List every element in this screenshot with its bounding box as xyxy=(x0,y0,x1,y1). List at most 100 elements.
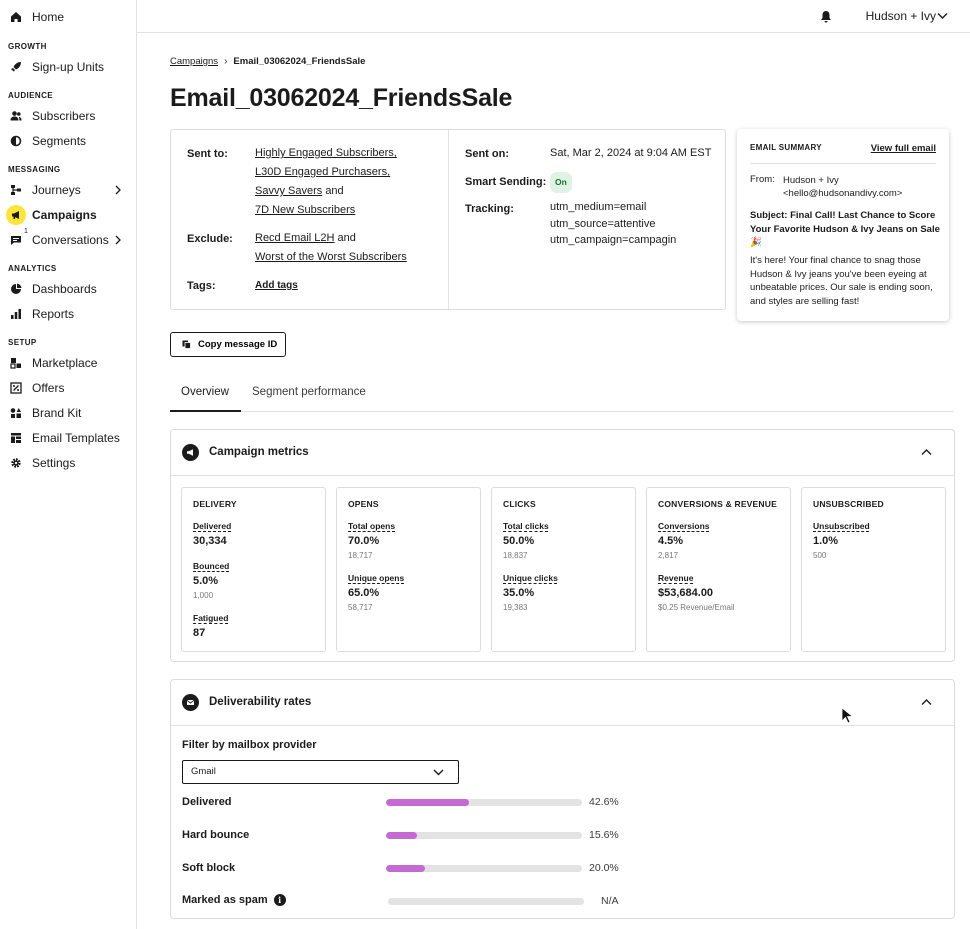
segment-link[interactable]: L30D Engaged Purchasers, xyxy=(255,166,390,178)
metric-count: 18,717 xyxy=(348,551,373,560)
info-icon[interactable]: i xyxy=(273,894,286,906)
segment-link[interactable]: Recd Email L2H xyxy=(255,232,334,244)
metric-label[interactable]: Unique clicks xyxy=(503,573,558,583)
metric-label[interactable]: Revenue xyxy=(658,573,693,583)
segment-link[interactable]: Savvy Savers xyxy=(255,185,322,197)
sidebar-item-offers[interactable]: Offers xyxy=(0,377,136,399)
metric-label[interactable]: Delivered xyxy=(193,521,231,531)
bell-icon[interactable] xyxy=(820,10,832,23)
campaign-details-card: Sent to: Highly Engaged Subscribers, L30… xyxy=(170,129,726,310)
sidebar-item-marketplace[interactable]: Marketplace xyxy=(0,352,136,374)
progress-track xyxy=(388,898,584,905)
home-icon xyxy=(10,11,22,23)
metric-label[interactable]: Fatigued xyxy=(193,613,228,623)
tab-bar: Overview Segment performance xyxy=(170,378,954,412)
sidebar-item-label: Email Templates xyxy=(32,431,120,445)
progress-fill xyxy=(386,799,470,806)
tracking-param: utm_campaign=campagin xyxy=(550,234,677,246)
divider xyxy=(448,130,449,309)
sidebar-item-label: Campaigns xyxy=(32,208,97,222)
segment-link[interactable]: Worst of the Worst Subscribers xyxy=(255,251,407,263)
segments-icon xyxy=(10,135,22,147)
sidebar-item-dashboards[interactable]: Dashboards xyxy=(0,278,136,300)
sidebar-item-label: Segments xyxy=(32,134,87,148)
rate-value: 20.0% xyxy=(589,862,619,874)
sidebar-item-settings[interactable]: Settings xyxy=(0,452,136,474)
metric-label[interactable]: Unsubscribed xyxy=(813,521,870,531)
account-menu[interactable]: Hudson + Ivy xyxy=(866,9,936,23)
metric-label[interactable]: Unique opens xyxy=(348,573,404,583)
sidebar-item-label: Subscribers xyxy=(32,109,96,123)
sidebar-item-home[interactable]: Home xyxy=(0,6,136,28)
sidebar-item-email-templates[interactable]: Email Templates xyxy=(0,427,136,449)
metric-card-opens: OPENS Total opens 70.0% 18,717 Unique op… xyxy=(336,487,481,652)
breadcrumb-campaigns-link[interactable]: Campaigns xyxy=(170,56,218,67)
chevron-up-icon[interactable] xyxy=(921,448,932,456)
copy-message-id-button[interactable]: Copy message ID xyxy=(170,332,286,357)
breadcrumb-current: Email_03062024_FriendsSale xyxy=(233,56,366,67)
metric-heading: DELIVERY xyxy=(193,499,237,509)
sidebar-item-label: Dashboards xyxy=(32,282,97,296)
chevron-down-icon[interactable] xyxy=(937,12,948,20)
sidebar-item-conversations[interactable]: 1 Conversations xyxy=(0,228,136,251)
tab-overview[interactable]: Overview xyxy=(170,386,241,412)
panel-title: Campaign metrics xyxy=(209,446,309,458)
metric-count: 2,817 xyxy=(658,551,679,560)
metric-card-unsubscribed: UNSUBSCRIBED Unsubscribed 1.0% 500 xyxy=(801,487,946,652)
tracking-param: utm_medium=email xyxy=(550,201,647,213)
segment-link[interactable]: 7D New Subscribers xyxy=(255,204,355,216)
users-icon xyxy=(10,110,22,122)
sidebar-item-segments[interactable]: Segments xyxy=(0,130,136,152)
metric-heading: CONVERSIONS & REVENUE xyxy=(658,499,777,509)
tracking-values: utm_medium=email utm_source=attentive ut… xyxy=(550,199,676,249)
segment-link[interactable]: Highly Engaged Subscribers, xyxy=(255,147,397,159)
metric-count: 19,383 xyxy=(503,603,528,612)
sidebar-item-reports[interactable]: Reports xyxy=(0,303,136,325)
metric-value: 30,334 xyxy=(193,535,227,547)
view-full-email-link[interactable]: View full email xyxy=(871,143,936,154)
panel-header[interactable]: Deliverability rates xyxy=(171,680,954,726)
gear-icon xyxy=(10,457,22,469)
sidebar-item-label: Reports xyxy=(32,307,75,321)
metric-label[interactable]: Conversions xyxy=(658,521,710,531)
add-tags-link[interactable]: Add tags xyxy=(255,276,298,295)
progress-track xyxy=(386,799,582,806)
envelope-icon xyxy=(182,694,199,711)
sidebar-item-label: Settings xyxy=(32,456,76,470)
metric-value: 50.0% xyxy=(503,535,535,547)
sidebar-item-label: Offers xyxy=(32,381,65,395)
sidebar-item-signup-units[interactable]: Sign-up Units xyxy=(0,56,136,78)
percent-tag-icon xyxy=(10,382,22,394)
nav-section-messaging: MESSAGING xyxy=(8,165,61,174)
metric-heading: CLICKS xyxy=(503,499,536,509)
mailbox-provider-select[interactable]: Gmail xyxy=(182,760,459,784)
metric-card-conversions: CONVERSIONS & REVENUE Conversions 4.5% 2… xyxy=(646,487,791,652)
metric-count: 500 xyxy=(813,551,827,560)
bar-chart-icon xyxy=(10,308,22,320)
sidebar-item-campaigns[interactable]: Campaigns xyxy=(0,204,136,226)
sidebar-item-journeys[interactable]: Journeys xyxy=(0,179,136,201)
panel-header[interactable]: Campaign metrics xyxy=(171,430,954,476)
sidebar-item-subscribers[interactable]: Subscribers xyxy=(0,105,136,127)
metric-heading: OPENS xyxy=(348,499,379,509)
metric-label[interactable]: Total clicks xyxy=(503,521,549,531)
chevron-right-icon xyxy=(115,235,121,245)
metric-value: 65.0% xyxy=(348,587,380,599)
chat-icon xyxy=(10,234,22,246)
metric-count: 18,837 xyxy=(503,551,528,560)
conjunction: and xyxy=(325,185,344,197)
sidebar-item-brand-kit[interactable]: Brand Kit xyxy=(0,402,136,424)
metric-value: 70.0% xyxy=(348,535,380,547)
metric-count: 58,717 xyxy=(348,603,373,612)
filter-label: Filter by mailbox provider xyxy=(182,739,317,751)
chevron-up-icon[interactable] xyxy=(921,698,932,706)
puzzle-icon xyxy=(10,357,22,369)
sidebar: Home GROWTH Sign-up Units AUDIENCE Subsc… xyxy=(0,0,137,929)
tracking-label: Tracking: xyxy=(465,203,514,215)
metric-label[interactable]: Bounced xyxy=(193,561,229,571)
from-email: <hello@hudsonandivy.com> xyxy=(783,188,903,199)
deliverability-panel: Deliverability rates Filter by mailbox p… xyxy=(170,679,955,919)
tab-segment-performance[interactable]: Segment performance xyxy=(252,386,366,412)
nav-section-setup: SETUP xyxy=(8,338,37,347)
metric-label[interactable]: Total opens xyxy=(348,521,395,531)
